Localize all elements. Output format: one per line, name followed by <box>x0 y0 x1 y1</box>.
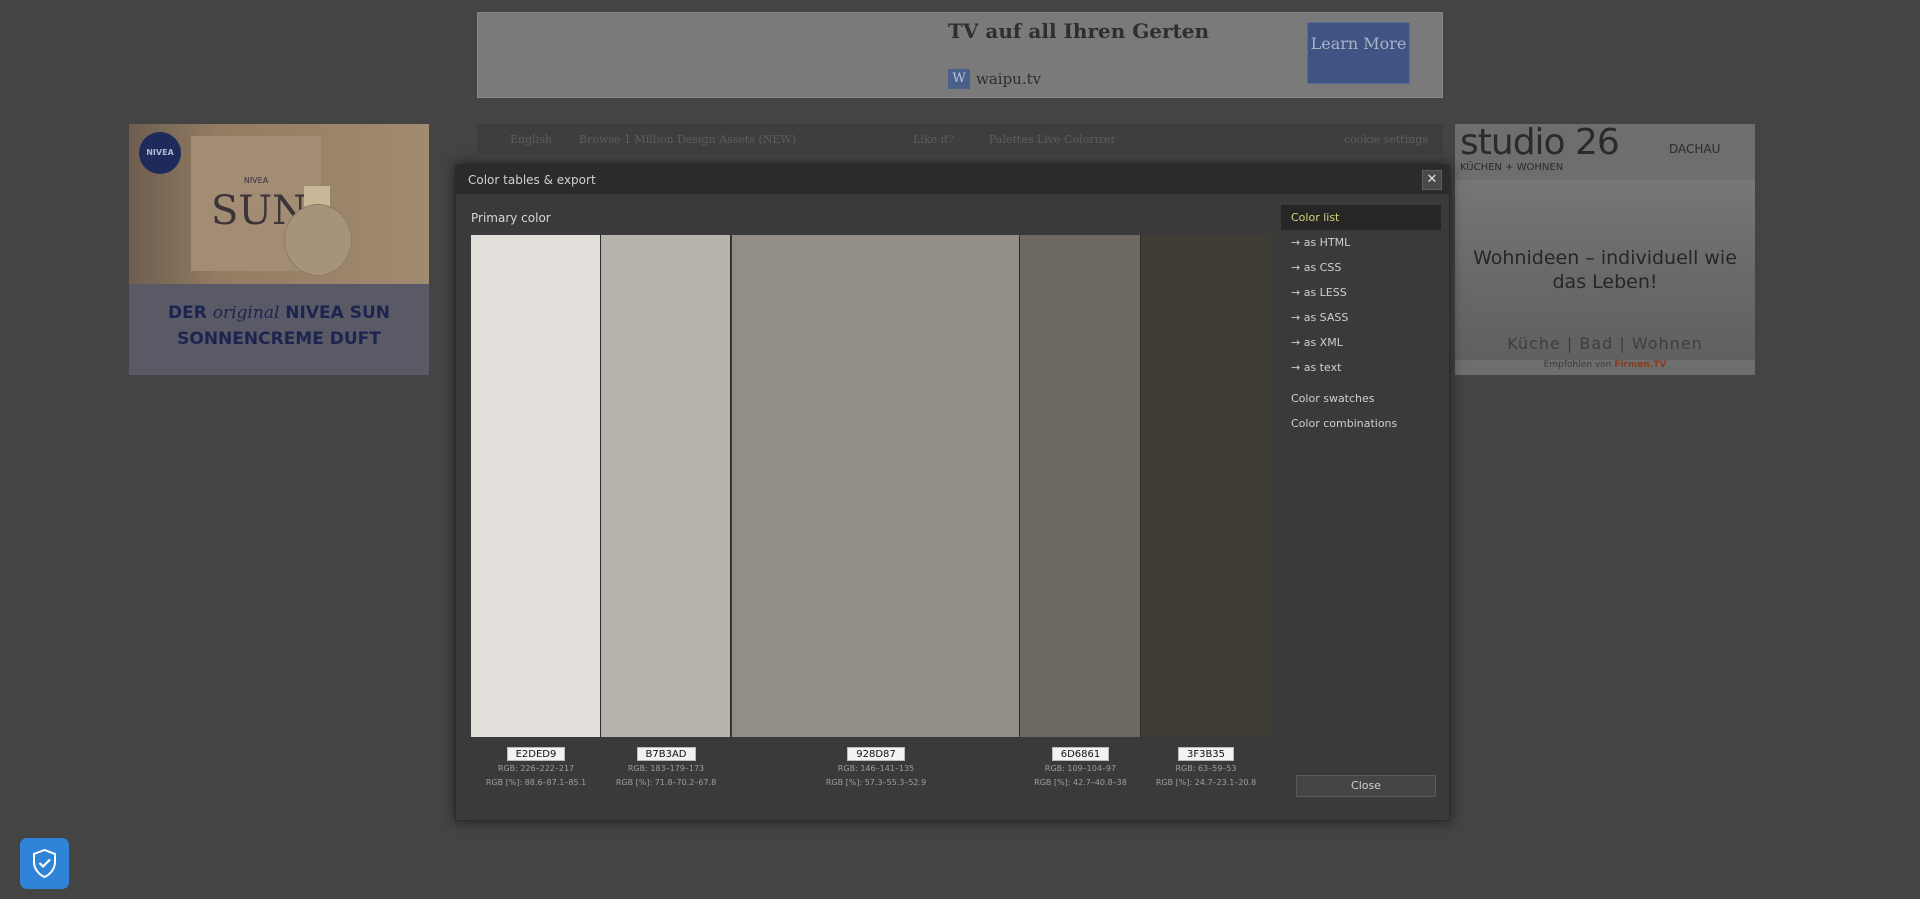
sidebar-item-xml[interactable]: → as XML <box>1281 330 1441 355</box>
ad-slogan: DER original NIVEA SUN SONNENCREME DUFT <box>129 300 429 352</box>
top-banner-ad[interactable]: TV auf all Ihren Gerten W waipu.tv Learn… <box>477 12 1443 98</box>
ad-subline: Küche | Bad | Wohnen <box>1507 334 1703 353</box>
sidebar-item-less[interactable]: → as LESS <box>1281 280 1441 305</box>
ad-brand: W waipu.tv <box>948 69 1041 89</box>
rgb-percent-value: RGB [%]: 24.7–23.1–20.8 <box>1155 778 1257 787</box>
swatch-label: B7B3AD RGB: 183–179–173 RGB [%]: 71.8–70.2… <box>601 742 731 789</box>
sidebar-item-color-list[interactable]: Color list <box>1281 205 1441 230</box>
sidebar-item-color-swatches[interactable]: Color swatches <box>1281 386 1441 411</box>
section-title: Primary color <box>471 211 551 225</box>
city-label: DACHAU <box>1669 142 1721 156</box>
export-sidebar: Color list → as HTML → as CSS → as LESS … <box>1281 205 1441 436</box>
hex-code[interactable]: 6D6861 <box>1051 747 1110 761</box>
rgb-value: RGB: 146–141–135 <box>837 764 915 773</box>
logo-subtitle: KÜCHEN + WOHNEN <box>1460 162 1564 173</box>
rgb-percent-value: RGB [%]: 42.7–40.8–38 <box>1034 778 1127 787</box>
slogan-line-2: SONNENCREME DUFT <box>177 329 381 349</box>
studio26-logo: studio 26 <box>1460 124 1620 163</box>
hex-code[interactable]: 3F3B35 <box>1177 747 1235 761</box>
credit-brand: Firmen.TV <box>1614 360 1667 370</box>
ad-tagline: Wohnideen – individuell wie das Leben! <box>1473 247 1737 293</box>
slogan-part: NIVEA SUN <box>279 303 390 323</box>
shield-check-icon <box>33 849 56 878</box>
language-select[interactable]: English <box>510 133 552 146</box>
site-nav: English Browse 1 Million Design Assets (… <box>477 124 1443 154</box>
learn-more-button[interactable]: Learn More <box>1307 22 1410 84</box>
modal-title: Color tables & export <box>468 173 596 187</box>
swatch-label: E2DED9 RGB: 226–222–217 RGB [%]: 88.6–87.1… <box>471 742 601 789</box>
sidebar-item-text[interactable]: → as text <box>1281 355 1441 380</box>
color-swatch <box>732 235 1020 737</box>
rgb-value: RGB: 226–222–217 <box>497 764 575 773</box>
color-swatch <box>1020 235 1141 737</box>
close-button[interactable]: Close <box>1296 775 1436 797</box>
nivea-ad[interactable]: NIVEA NIVEA SUN DER original NIVEA SUN S… <box>129 124 429 375</box>
ad-brand-name: waipu.tv <box>976 70 1042 88</box>
privacy-shield-button[interactable] <box>20 838 69 889</box>
color-swatch <box>471 235 601 737</box>
studio26-ad[interactable]: studio 26 KÜCHEN + WOHNEN DACHAU Wohnide… <box>1455 124 1755 375</box>
credit-prefix: Empfohlen von <box>1543 360 1615 370</box>
rgb-value: RGB: 183–179–173 <box>627 764 705 773</box>
sidebar-item-color-combinations[interactable]: Color combinations <box>1281 411 1441 436</box>
browse-assets-link[interactable]: Browse 1 Million Design Assets (NEW) <box>579 133 796 146</box>
sidebar-item-css[interactable]: → as CSS <box>1281 255 1441 280</box>
color-swatch <box>601 235 731 737</box>
palettes-link[interactable]: Palettes Live Colorizer <box>989 133 1116 146</box>
hex-code[interactable]: 928D87 <box>847 747 905 761</box>
sidebar-item-html[interactable]: → as HTML <box>1281 230 1441 255</box>
swatch-label: 928D87 RGB: 146–141–135 RGB [%]: 57.3–55.3… <box>732 742 1020 789</box>
bottle-image <box>284 204 352 276</box>
like-menu[interactable]: Like it? <box>913 133 954 146</box>
ad-credit: Empfohlen von Firmen.TV <box>1455 360 1755 370</box>
modal-header: Color tables & export ✕ <box>456 165 1449 194</box>
color-swatch <box>1141 235 1271 737</box>
color-tables-modal: Color tables & export ✕ Primary color E2… <box>455 164 1450 821</box>
slogan-part: DER <box>168 303 213 323</box>
ad-headline: TV auf all Ihren Gerten <box>948 19 1210 43</box>
nivea-logo: NIVEA <box>139 132 181 174</box>
slogan-italic: original <box>212 303 280 323</box>
hex-code[interactable]: B7B3AD <box>636 747 696 761</box>
product-brand: NIVEA <box>243 176 269 185</box>
rgb-percent-value: RGB [%]: 71.8–70.2–67.8 <box>615 778 717 787</box>
swatch-label: 3F3B35 RGB: 63–59–53 RGB [%]: 24.7–23.1–20… <box>1141 742 1271 789</box>
cookie-settings-link[interactable]: cookie settings <box>1344 133 1428 146</box>
hex-code[interactable]: E2DED9 <box>506 747 566 761</box>
rgb-value: RGB: 109–104–97 <box>1044 764 1117 773</box>
waipu-logo-icon: W <box>948 69 970 89</box>
rgb-percent-value: RGB [%]: 88.6–87.1–85.1 <box>485 778 587 787</box>
swatch-label: 6D6861 RGB: 109–104–97 RGB [%]: 42.7–40.8–… <box>1020 742 1141 789</box>
close-x-icon[interactable]: ✕ <box>1422 170 1442 190</box>
rgb-value: RGB: 63–59–53 <box>1175 764 1237 773</box>
rgb-percent-value: RGB [%]: 57.3–55.3–52.9 <box>825 778 927 787</box>
sidebar-item-sass[interactable]: → as SASS <box>1281 305 1441 330</box>
